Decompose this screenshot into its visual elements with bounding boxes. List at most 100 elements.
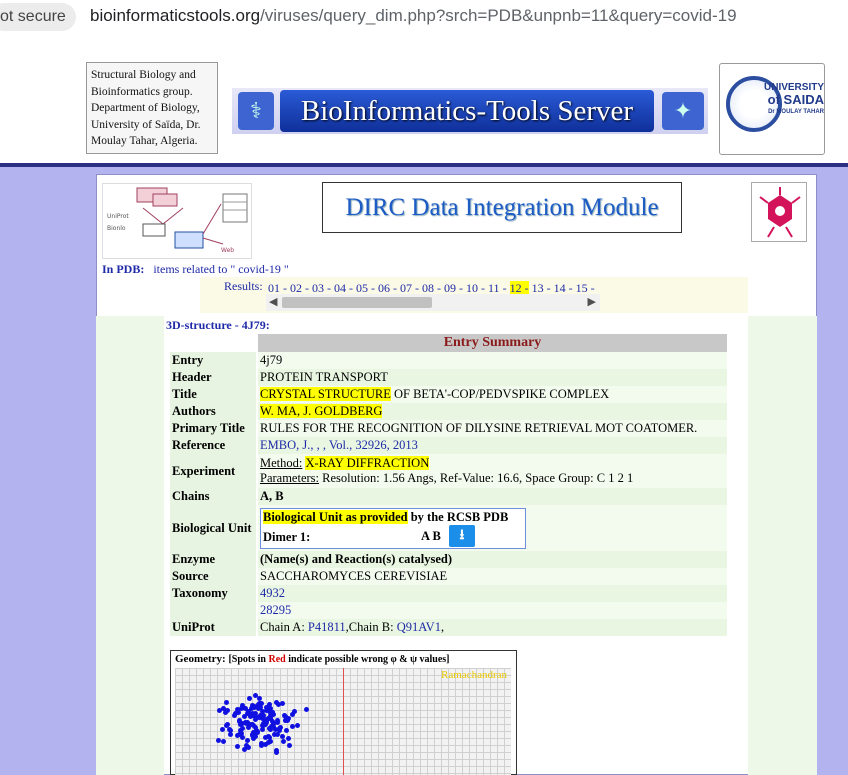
page-link[interactable]: 06	[378, 281, 390, 295]
table-row: Authors W. MA, J. GOLDBERG	[170, 403, 727, 420]
page-link[interactable]: 15	[576, 281, 588, 295]
enzyme-value: (Name(s) and Reaction(s) catalysed)	[258, 551, 727, 568]
authors-label: Authors	[170, 403, 256, 420]
dimer-row: Dimer 1: A B ⭳	[261, 524, 525, 548]
table-row: Primary Title RULES FOR THE RECOGNITION …	[170, 420, 727, 437]
url-host: bioinformaticstools.org	[90, 6, 261, 25]
scroll-left-icon[interactable]: ◀	[269, 295, 277, 308]
results-label: Results:	[224, 279, 263, 293]
server-banner[interactable]: ⚕ BioInformatics-Tools Server ✦	[232, 88, 708, 134]
scroll-right-icon[interactable]: ▶	[588, 295, 596, 308]
address-bar[interactable]: ot secure bioinformaticstools.org/viruse…	[0, 0, 848, 36]
bio-unit-heading: Biological Unit as provided by the RCSB …	[263, 509, 509, 524]
university-logo[interactable]: UNIVERSITY of SAIDA Dr MOULAY TAHAR	[719, 63, 825, 155]
plot-point	[263, 735, 268, 740]
group-line: Structural Biology and	[91, 69, 196, 81]
page-link[interactable]: 07	[400, 281, 412, 295]
virus-logo[interactable]	[751, 182, 807, 242]
enzyme-label: Enzyme	[170, 551, 256, 568]
plot-point	[304, 707, 309, 712]
plot-point	[242, 714, 247, 719]
in-pdb-row: In PDB: items related to " covid-19 "	[102, 262, 289, 277]
chains-value: A, B	[258, 488, 727, 505]
virus-icon	[759, 187, 801, 238]
uniprot-value: Chain A: P41811,Chain B: Q91AV1,	[258, 619, 727, 636]
plot-point	[258, 705, 263, 710]
page-link[interactable]: 14	[554, 281, 566, 295]
dimer-label: Dimer 1:	[263, 529, 311, 544]
group-line: University of Saïda, Dr.	[91, 118, 201, 131]
url-text[interactable]: bioinformaticstools.org/viruses/query_di…	[90, 6, 737, 26]
taxonomy-link[interactable]: 28295	[258, 602, 727, 619]
experiment-label: Experiment	[170, 454, 256, 488]
plot-point	[216, 738, 221, 743]
plot-point	[272, 732, 277, 737]
results-pagination: Results: 01 - 02 - 03 - 04 - 05 - 06 - 0…	[200, 277, 748, 313]
table-row: Chains A, B	[170, 488, 727, 505]
in-pdb-label: In PDB:	[102, 262, 145, 276]
geometry-box: Geometry: [Spots in Red indicate possibl…	[170, 650, 517, 775]
group-line: Moulay Tahar, Algeria.	[91, 135, 198, 147]
bio-unit-label: Biological Unit	[170, 505, 256, 551]
structure-heading[interactable]: 3D-structure - 4J79:	[166, 318, 270, 333]
plot-point	[246, 745, 251, 750]
plot-point	[285, 718, 290, 723]
page-link[interactable]: 09	[444, 281, 456, 295]
dimer-chains: A B	[421, 528, 441, 543]
plot-point	[247, 696, 252, 701]
source-value: SACCHAROMYCES CEREVISIAE	[258, 568, 727, 585]
download-icon[interactable]: ⭳	[449, 524, 475, 547]
reference-label: Reference	[170, 437, 256, 454]
page-link[interactable]: 13	[532, 281, 544, 295]
plot-point	[274, 700, 279, 705]
plot-point	[292, 709, 297, 714]
university-name: UNIVERSITY of SAIDA Dr MOULAY TAHAR	[764, 82, 825, 115]
page-link[interactable]: 04	[334, 281, 346, 295]
page-link[interactable]: 10	[466, 281, 478, 295]
scroll-thumb[interactable]	[282, 297, 432, 308]
plot-point	[257, 715, 262, 720]
plot-point	[251, 730, 256, 735]
table-row: Taxonomy 4932	[170, 585, 727, 602]
plot-point	[274, 748, 279, 753]
entry-value: 4j79	[258, 352, 727, 369]
taxonomy-link[interactable]: 4932	[258, 585, 727, 602]
plot-point	[259, 743, 264, 748]
plot-point	[233, 711, 238, 716]
chains-label: Chains	[170, 488, 256, 505]
uniprot-link-a[interactable]: P41811	[308, 620, 346, 634]
page-link[interactable]: 08	[422, 281, 434, 295]
table-row: Reference EMBO, J., , , Vol., 32926, 201…	[170, 437, 727, 454]
page-link[interactable]: 01	[268, 281, 280, 295]
table-row: Title CRYSTAL STRUCTURE OF BETA'-COP/PED…	[170, 386, 727, 403]
group-line: Department of Biology,	[91, 102, 200, 114]
dna-icon: ⚕	[238, 92, 274, 130]
pagination-scrollbar[interactable]: ◀ ▶	[266, 294, 600, 311]
group-line: Bioinformatics group.	[91, 85, 193, 98]
security-indicator[interactable]: ot secure	[0, 3, 76, 31]
page-link[interactable]: 03	[312, 281, 324, 295]
page-link[interactable]: 02	[290, 281, 302, 295]
page-link[interactable]: 11	[488, 281, 500, 295]
taxonomy-label: Taxonomy	[170, 585, 256, 602]
geometry-heading: Geometry: [Spots in Red indicate possibl…	[175, 653, 450, 665]
ramachandran-plot[interactable]: Ramachandran	[175, 668, 511, 775]
plot-point	[249, 706, 254, 711]
plot-point	[280, 701, 285, 706]
plot-point	[224, 723, 229, 728]
bio-unit-value: Biological Unit as provided by the RCSB …	[258, 505, 727, 551]
plot-point	[221, 706, 226, 711]
plot-point	[250, 722, 255, 727]
page-link-current[interactable]: 12 -	[509, 281, 529, 295]
plot-point	[277, 726, 282, 731]
uniprot-link-b[interactable]: Q91AV1	[397, 620, 441, 634]
reference-link[interactable]: EMBO, J., , , Vol., 32926, 2013	[258, 437, 727, 454]
svg-text:Web: Web	[221, 247, 234, 254]
table-row: Source SACCHAROMYCES CEREVISIAE	[170, 568, 727, 585]
banner-title: BioInformatics-Tools Server	[280, 90, 654, 132]
page-link[interactable]: 05	[356, 281, 368, 295]
svg-text:Bionlo: Bionlo	[107, 225, 126, 232]
plot-point	[271, 721, 276, 726]
table-row: Entry 4j79	[170, 352, 727, 369]
summary-header-row: Entry Summary	[170, 334, 727, 352]
